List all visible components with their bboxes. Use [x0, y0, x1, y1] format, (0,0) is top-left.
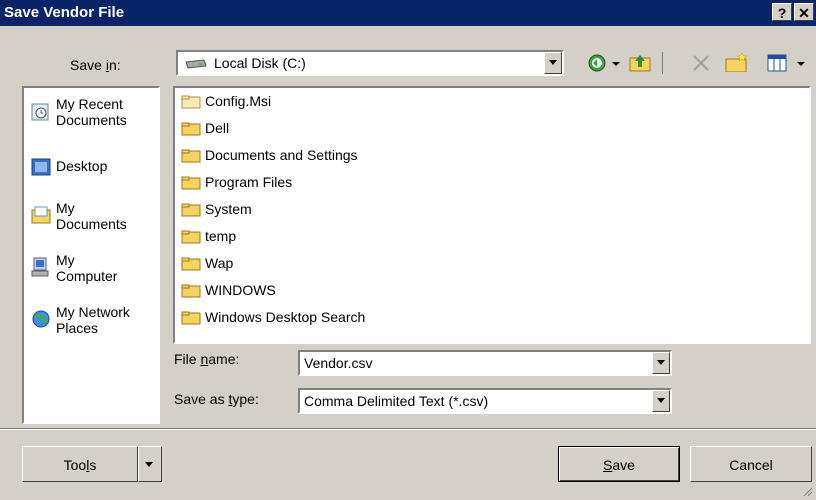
- folder-icon: [181, 257, 201, 271]
- place-my-recent-documents[interactable]: My Recent Documents: [28, 94, 158, 142]
- place-label: My: [56, 200, 75, 216]
- my-documents-icon: [31, 206, 51, 224]
- save-dialog: Save Vendor File ? ✕ Save in: Local Disk…: [0, 0, 816, 500]
- place-my-computer[interactable]: My Computer: [28, 250, 158, 298]
- folder-icon: [181, 176, 201, 190]
- file-name-input[interactable]: Vendor.csv: [298, 350, 672, 376]
- folder-icon: [181, 230, 201, 244]
- place-label: My Recent: [56, 96, 123, 112]
- file-list[interactable]: Config.Msi Dell Documents and Settings P…: [173, 86, 811, 344]
- title-bar: Save Vendor File ? ✕: [0, 0, 816, 26]
- folder-icon: [181, 95, 201, 109]
- file-name-dropdown-arrow[interactable]: [652, 352, 670, 374]
- place-label: Desktop: [56, 158, 108, 174]
- delete-icon[interactable]: [690, 52, 712, 72]
- save-as-type-label: Save as type:: [174, 391, 259, 407]
- folder-icon: [181, 122, 201, 136]
- views-dropdown-icon[interactable]: [794, 52, 808, 72]
- place-my-documents[interactable]: My Documents: [28, 198, 158, 246]
- dialog-title: Save Vendor File: [4, 4, 125, 21]
- save-as-type-dropdown[interactable]: Comma Delimited Text (*.csv): [298, 388, 672, 414]
- folder-icon: [181, 203, 201, 217]
- save-in-dropdown[interactable]: Local Disk (C:): [176, 50, 564, 76]
- desktop-icon: [31, 158, 51, 176]
- place-label: Documents: [56, 112, 127, 128]
- resize-grip-icon[interactable]: [800, 484, 814, 498]
- up-folder-icon[interactable]: [628, 52, 652, 72]
- cancel-button[interactable]: Cancel: [690, 446, 812, 482]
- place-label: My Network: [56, 304, 130, 320]
- back-dropdown-icon[interactable]: [610, 52, 622, 72]
- folder-icon: [181, 149, 201, 163]
- my-computer-icon: [31, 257, 49, 277]
- toolbar-separator: [662, 52, 663, 74]
- tools-button[interactable]: Tools: [22, 446, 138, 482]
- divider: [0, 429, 816, 430]
- hard-drive-icon: [185, 59, 207, 69]
- save-in-dropdown-arrow[interactable]: [544, 52, 562, 74]
- save-as-type-dropdown-arrow[interactable]: [652, 390, 670, 412]
- file-name-label: File name:: [174, 351, 240, 367]
- place-label: My: [56, 252, 75, 268]
- place-my-network-places[interactable]: My Network Places: [28, 302, 158, 350]
- chevron-down-icon: [145, 462, 153, 467]
- place-label: Computer: [56, 268, 118, 284]
- places-bar: My Recent Documents Desktop My Documents: [22, 86, 160, 424]
- save-button[interactable]: Save: [558, 446, 680, 482]
- place-label: Places: [56, 320, 99, 336]
- close-button[interactable]: ✕: [794, 3, 814, 21]
- folder-icon: [181, 311, 201, 325]
- help-button[interactable]: ?: [772, 3, 792, 21]
- folder-icon: [181, 284, 201, 298]
- place-desktop[interactable]: Desktop: [28, 150, 158, 198]
- network-places-icon: [32, 310, 50, 328]
- new-folder-icon[interactable]: [724, 52, 748, 72]
- place-label: Documents: [56, 216, 127, 232]
- tools-dropdown-button[interactable]: [138, 446, 162, 482]
- views-icon[interactable]: [766, 52, 790, 72]
- save-in-label: Save in:: [70, 57, 121, 73]
- recent-documents-icon: [31, 103, 49, 121]
- back-icon[interactable]: [586, 52, 608, 72]
